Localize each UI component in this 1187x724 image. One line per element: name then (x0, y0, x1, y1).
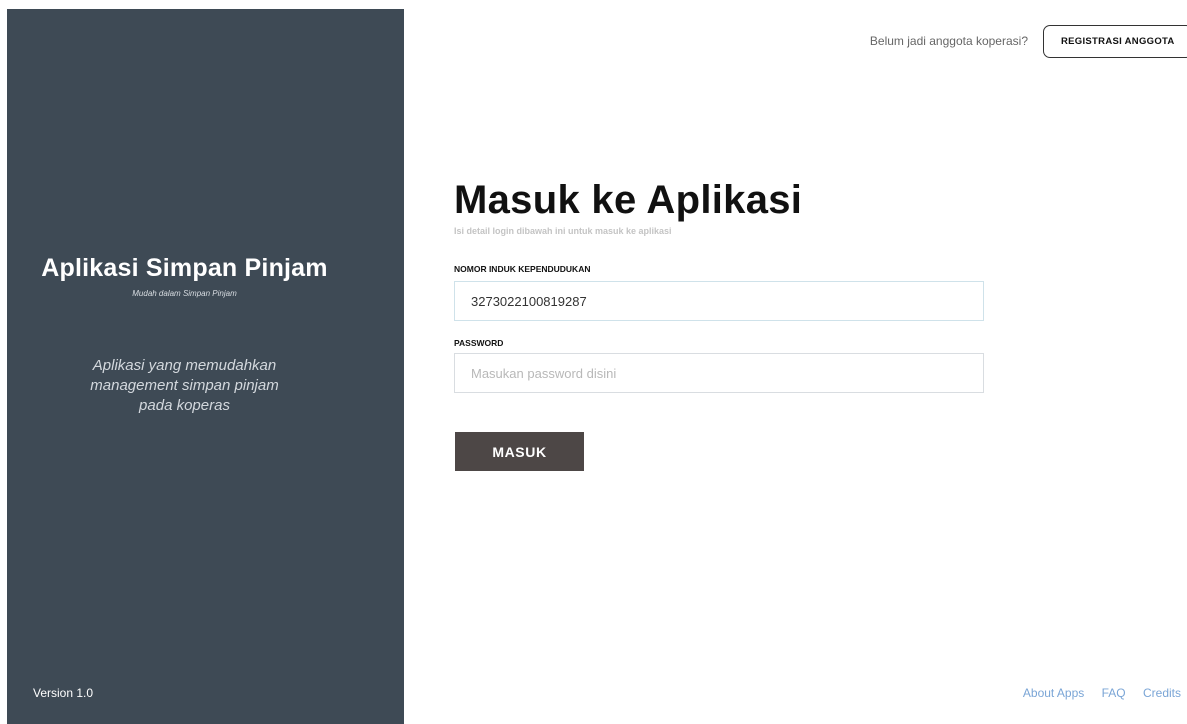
register-prompt: Belum jadi anggota koperasi? (869, 34, 1028, 48)
app-title: Aplikasi Simpan Pinjam (41, 254, 328, 282)
password-label: PASSWORD (454, 338, 504, 348)
register-button[interactable]: REGISTRASI ANGGOTA (1043, 25, 1187, 58)
app-description: Aplikasi yang memudahkan management simp… (7, 356, 362, 416)
app-tagline: Mudah dalam Simpan Pinjam (132, 289, 237, 298)
nik-input[interactable] (454, 281, 984, 321)
login-page: Aplikasi Simpan Pinjam Mudah dalam Simpa… (0, 0, 1187, 724)
footer-link-faq[interactable]: FAQ (1102, 686, 1126, 700)
nik-label: NOMOR INDUK KEPENDUDUKAN (454, 264, 591, 274)
password-input[interactable] (454, 353, 984, 393)
page-subtitle: Isi detail login dibawah ini untuk masuk… (454, 226, 672, 236)
version-label: Version 1.0 (33, 686, 94, 700)
app-description-line: pada koperas (139, 397, 230, 414)
footer-link-credits[interactable]: Credits (1143, 686, 1181, 700)
page-title: Masuk ke Aplikasi (454, 178, 803, 222)
app-description-line: management simpan pinjam (90, 377, 279, 394)
footer-links: About Apps FAQ Credits (1009, 686, 1181, 700)
app-description-line: Aplikasi yang memudahkan (92, 357, 277, 374)
login-button[interactable]: MASUK (455, 432, 584, 471)
footer-link-about[interactable]: About Apps (1023, 686, 1084, 700)
sidebar: Aplikasi Simpan Pinjam Mudah dalam Simpa… (7, 9, 404, 724)
